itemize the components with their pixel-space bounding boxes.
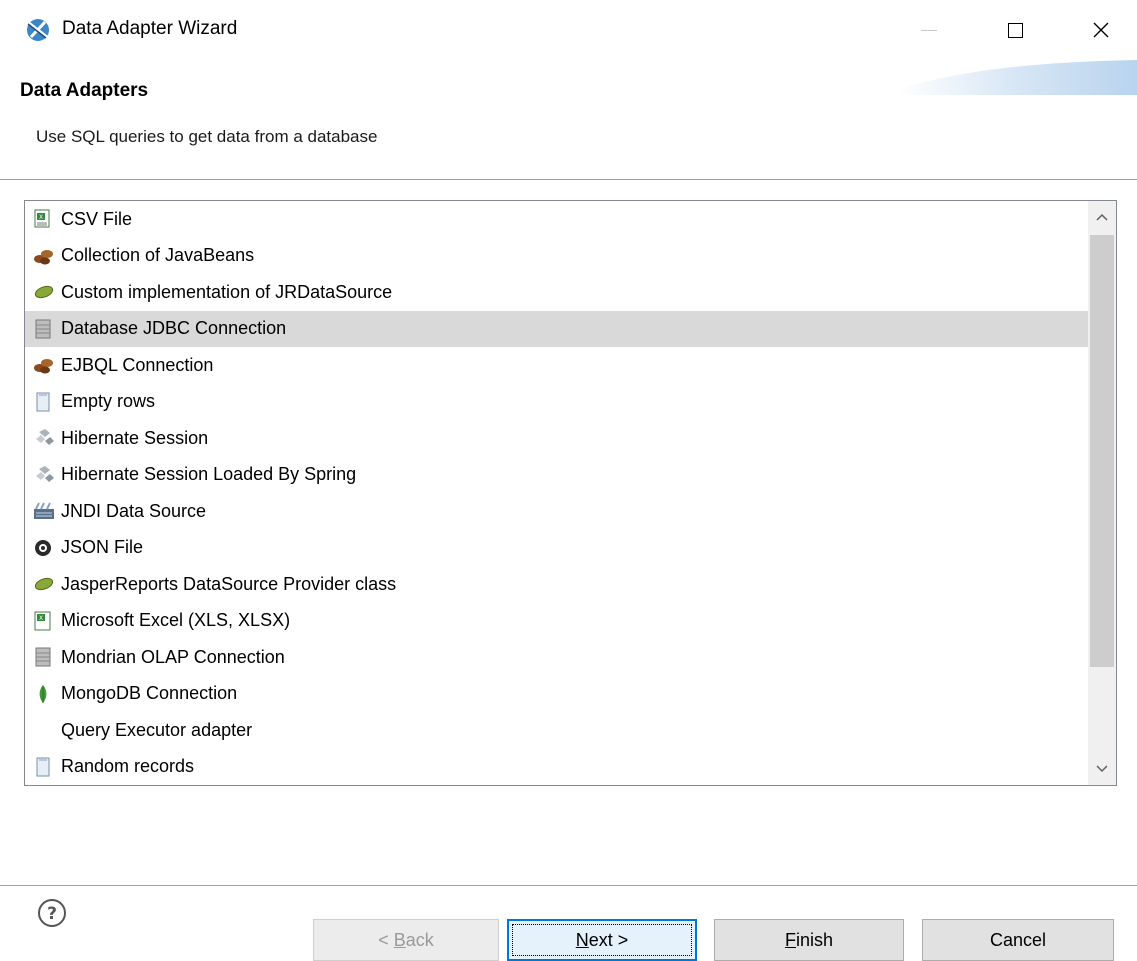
adapter-item-label: Collection of JavaBeans xyxy=(61,245,255,266)
next-button[interactable]: Next > xyxy=(507,919,697,961)
adapter-item[interactable]: Hibernate Session Loaded By Spring xyxy=(25,457,1090,494)
scroll-up-button[interactable] xyxy=(1088,203,1116,231)
chevron-down-icon xyxy=(1096,765,1108,773)
finish-mnemonic: F xyxy=(784,929,796,950)
minimize-button[interactable] xyxy=(899,0,959,60)
back-mnemonic: B xyxy=(393,929,406,950)
adapter-item-label: MongoDB Connection xyxy=(61,683,238,704)
page-title: Data Adapters xyxy=(20,80,149,101)
adapter-item-label: Custom implementation of JRDataSource xyxy=(61,281,393,302)
svg-text:X: X xyxy=(39,615,43,622)
ejbql-icon xyxy=(33,354,59,376)
back-label-rest: ack xyxy=(405,929,434,950)
adapter-item[interactable]: Random records xyxy=(25,749,1090,786)
adapter-item[interactable]: X CSV File xyxy=(25,201,1090,238)
cancel-button[interactable]: Cancel xyxy=(922,919,1114,961)
finish-label-rest: inish xyxy=(795,929,834,950)
adapter-item[interactable]: Custom implementation of JRDataSource xyxy=(25,274,1090,311)
javabeans-icon xyxy=(33,245,59,267)
mongodb-icon xyxy=(33,683,59,705)
adapter-item[interactable]: EJBQL Connection xyxy=(25,347,1090,384)
adapter-item-label: Microsoft Excel (XLS, XLSX) xyxy=(61,610,291,631)
adapter-item[interactable]: X Microsoft Excel (XLS, XLSX) xyxy=(25,603,1090,640)
svg-text:?: ? xyxy=(47,904,57,924)
empty-rows-icon xyxy=(33,391,59,413)
jndi-icon xyxy=(33,500,59,522)
jaspersoft-wizard-icon xyxy=(27,19,49,41)
adapter-item-label: JasperReports DataSource Provider class xyxy=(61,573,397,594)
adapter-item[interactable]: MongoDB Connection xyxy=(25,676,1090,713)
adapter-item[interactable]: Mondrian OLAP Connection xyxy=(25,639,1090,676)
finish-button[interactable]: Finish xyxy=(714,919,904,961)
focus-ring xyxy=(512,924,692,956)
chevron-up-icon xyxy=(1096,213,1108,221)
random-records-icon xyxy=(33,756,59,778)
mondrian-olap-icon xyxy=(33,646,59,668)
header-banner-graphic xyxy=(897,60,1137,95)
adapter-item[interactable]: JSON File xyxy=(25,530,1090,567)
window-title: Data Adapter Wizard xyxy=(62,18,238,39)
scroll-thumb[interactable] xyxy=(1090,235,1114,667)
wizard-header: Data Adapters Use SQL queries to get dat… xyxy=(0,60,1137,180)
adapter-item-label: JSON File xyxy=(61,537,144,558)
adapter-item[interactable]: Hibernate Session xyxy=(25,420,1090,457)
adapter-item-label: JNDI Data Source xyxy=(61,500,207,521)
adapter-item-label: Random records xyxy=(61,756,195,777)
back-button[interactable]: < Back xyxy=(313,919,499,961)
hibernate-icon xyxy=(33,427,59,449)
adapter-item[interactable]: JNDI Data Source xyxy=(25,493,1090,530)
close-icon xyxy=(1093,22,1109,38)
maximize-icon xyxy=(1007,22,1023,38)
close-button[interactable] xyxy=(1071,0,1131,60)
adapter-item-label: CSV File xyxy=(61,208,133,229)
title-bar: Data Adapter Wizard xyxy=(0,0,1137,60)
help-icon[interactable]: ? xyxy=(36,897,68,929)
adapter-item-label: Hibernate Session xyxy=(61,427,209,448)
hibernate-spring-icon xyxy=(33,464,59,486)
adapter-item[interactable]: Collection of JavaBeans xyxy=(25,238,1090,275)
adapter-item-label: Mondrian OLAP Connection xyxy=(61,646,285,667)
adapter-item-label: Hibernate Session Loaded By Spring xyxy=(61,464,357,485)
back-prefix: < xyxy=(378,929,394,950)
adapter-item-label: Empty rows xyxy=(61,391,156,412)
vertical-scrollbar[interactable] xyxy=(1088,201,1116,785)
csv-file-icon: X xyxy=(33,208,59,230)
adapter-item[interactable]: JasperReports DataSource Provider class xyxy=(25,566,1090,603)
minimize-icon xyxy=(921,29,937,31)
footer-separator xyxy=(0,885,1137,886)
adapter-item[interactable]: Empty rows xyxy=(25,384,1090,421)
svg-text:X: X xyxy=(39,214,43,221)
custom-datasource-icon xyxy=(33,281,59,303)
page-description: Use SQL queries to get data from a datab… xyxy=(36,127,378,146)
blank-icon xyxy=(33,719,59,741)
adapter-item[interactable]: Query Executor adapter xyxy=(25,712,1090,749)
excel-icon: X xyxy=(33,610,59,632)
json-file-icon xyxy=(33,537,59,559)
database-jdbc-icon xyxy=(33,318,59,340)
adapter-item-label: Database JDBC Connection xyxy=(61,318,287,339)
adapter-item[interactable]: Database JDBC Connection xyxy=(25,310,1090,347)
adapter-item-label: Query Executor adapter xyxy=(61,719,253,740)
list-items: X CSV File Collection of JavaBeans Custom i… xyxy=(25,201,1090,785)
adapter-item-label: EJBQL Connection xyxy=(61,354,214,375)
scroll-down-button[interactable] xyxy=(1088,755,1116,783)
maximize-button[interactable] xyxy=(985,0,1045,60)
cancel-label: Cancel xyxy=(989,929,1047,950)
datasource-provider-icon xyxy=(33,573,59,595)
data-adapter-list[interactable]: X CSV File Collection of JavaBeans Custom i… xyxy=(24,200,1117,786)
